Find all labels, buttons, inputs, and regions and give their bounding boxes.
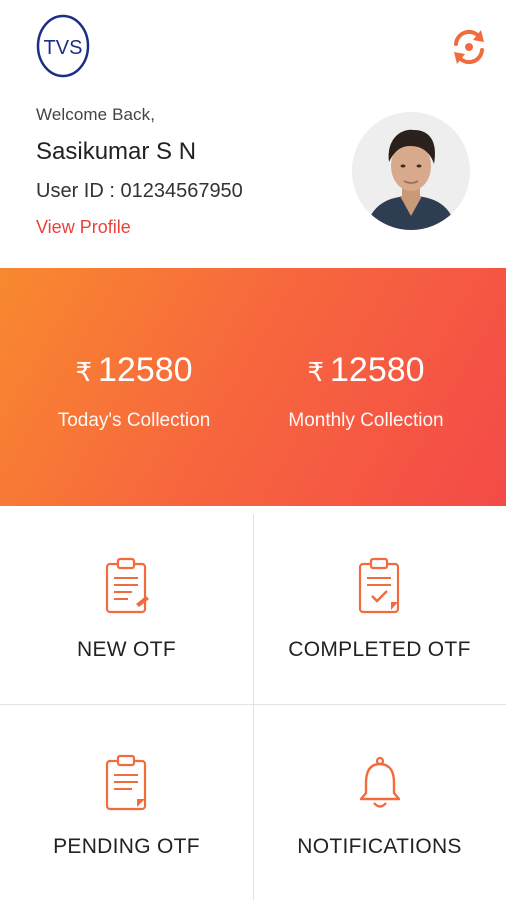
rupee-icon: ₹ (75, 357, 92, 387)
profile-header: TVS Welcome Back, Sasikumar S N User ID … (0, 0, 506, 268)
clipboard-check-icon (358, 557, 400, 614)
svg-text:TVS: TVS (44, 37, 83, 59)
monthly-collection-label: Monthly Collection (288, 410, 444, 431)
view-profile-link[interactable]: View Profile (36, 217, 131, 238)
pending-otf-button[interactable]: PENDING OTF (0, 703, 253, 900)
sync-icon (454, 29, 484, 65)
clipboard-pending-icon (105, 754, 147, 811)
welcome-text: Welcome Back, (36, 105, 156, 124)
completed-otf-label: COMPLETED OTF (288, 638, 471, 661)
rupee-icon: ₹ (307, 357, 324, 387)
new-otf-button[interactable]: NEW OTF (0, 506, 253, 703)
pending-otf-label: PENDING OTF (53, 835, 200, 858)
sync-button[interactable] (446, 24, 492, 70)
grid-divider-horizontal (0, 704, 506, 705)
todays-collection: ₹12580 Today's Collection (34, 348, 234, 432)
avatar[interactable] (352, 112, 470, 230)
bell-icon (359, 756, 401, 808)
completed-otf-button[interactable]: COMPLETED OTF (253, 506, 506, 703)
monthly-collection-value: ₹12580 (307, 351, 425, 389)
new-otf-label: NEW OTF (77, 638, 176, 661)
todays-collection-value: ₹12580 (75, 351, 193, 389)
monthly-collection: ₹12580 Monthly Collection (266, 348, 466, 432)
user-name: Sasikumar S N (36, 138, 197, 165)
notifications-label: NOTIFICATIONS (297, 835, 462, 858)
collection-banner: ₹12580 Today's Collection ₹12580 Monthly… (0, 268, 506, 506)
clipboard-new-icon (105, 557, 149, 614)
todays-collection-label: Today's Collection (57, 410, 211, 431)
tvs-logo: TVS (36, 14, 90, 78)
user-id: User ID : 01234567950 (36, 180, 243, 202)
grid-divider-vertical (253, 514, 254, 900)
notifications-button[interactable]: NOTIFICATIONS (253, 703, 506, 900)
menu-grid: NEW OTF COMPLETED OTF PENDING OTF NOTIFI… (0, 506, 506, 900)
